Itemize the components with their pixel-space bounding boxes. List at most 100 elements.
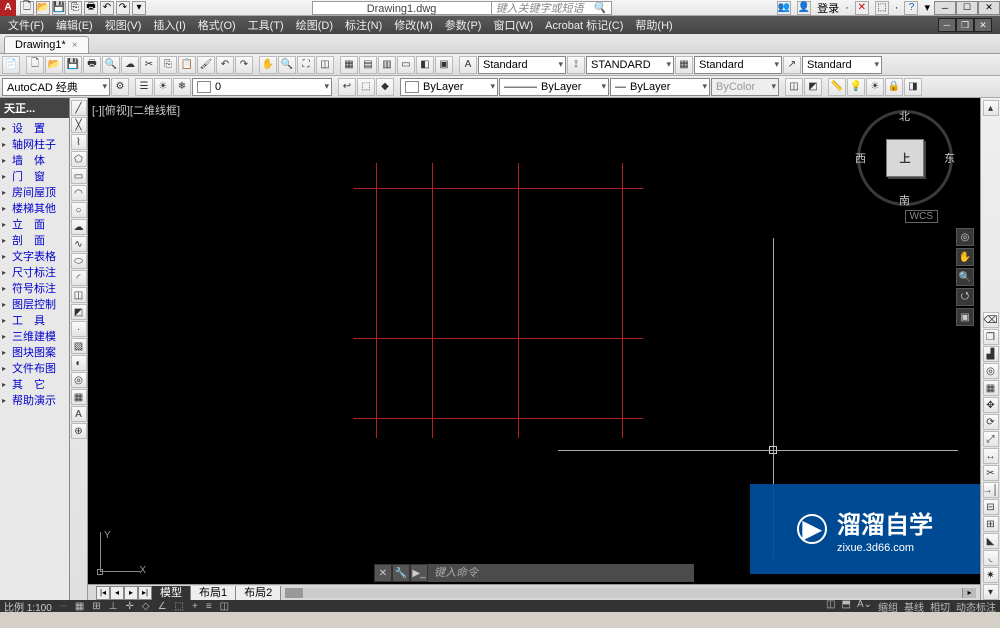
sb-ducs-icon[interactable]: ⬚ [175, 601, 184, 612]
circle-icon[interactable]: ○ [71, 202, 87, 218]
pline-icon[interactable]: ⌇ [71, 134, 87, 150]
help-icon[interactable]: ? [904, 1, 918, 15]
nav-pan-icon[interactable]: ✋ [956, 248, 974, 266]
cmd-prompt-icon[interactable]: ▶_ [410, 564, 428, 582]
hatch-icon[interactable]: ▨ [71, 338, 87, 354]
tab-first-icon[interactable]: |◂ [96, 586, 110, 600]
workspace-settings-icon[interactable]: ⚙ [111, 78, 129, 96]
help-dropdown-icon[interactable]: ▾ [924, 1, 930, 14]
file-tab-close-icon[interactable]: × [72, 40, 78, 51]
tree-item-elevation[interactable]: ▸立 面 [0, 216, 69, 232]
undo-icon[interactable]: ↶ [216, 56, 234, 74]
menu-format[interactable]: 格式(O) [198, 17, 236, 33]
sb-item-1[interactable]: 缩组 [878, 599, 898, 614]
explode-icon[interactable]: ✷ [983, 567, 999, 583]
workspace-dropdown[interactable]: AutoCAD 经典 [2, 78, 110, 96]
fillet-icon[interactable]: ◟ [983, 550, 999, 566]
new-icon[interactable]: 🗋 [26, 56, 44, 74]
tree-item-stairs[interactable]: ▸楼梯其他 [0, 200, 69, 216]
insert-block-icon[interactable]: ◫ [785, 78, 803, 96]
tree-item-door-window[interactable]: ▸门 窗 [0, 168, 69, 184]
revcloud-icon[interactable]: ☁ [71, 219, 87, 235]
qat-redo-icon[interactable]: ↷ [116, 1, 130, 15]
point-icon[interactable]: · [71, 321, 87, 337]
menu-help[interactable]: 帮助(H) [635, 17, 672, 33]
command-line[interactable]: ✕ 🔧 ▶_ 键入命令 [374, 564, 694, 582]
textstyle-dropdown[interactable]: Standard [478, 56, 566, 74]
tree-item-room-roof[interactable]: ▸房间屋顶 [0, 184, 69, 200]
tree-item-axis-grid[interactable]: ▸轴网柱子 [0, 136, 69, 152]
nav-showmotion-icon[interactable]: ▣ [956, 308, 974, 326]
xref-icon[interactable]: ◨ [904, 78, 922, 96]
rotate-icon[interactable]: ⟳ [983, 414, 999, 430]
share-icon[interactable]: ⬚ [875, 1, 889, 15]
sb-quickprops-icon[interactable]: ⬒ [841, 599, 850, 614]
print-icon[interactable]: 🖶 [83, 56, 101, 74]
calc-icon[interactable]: ▣ [435, 56, 453, 74]
file-tab-drawing1[interactable]: Drawing1* × [4, 36, 89, 53]
doc-restore-button[interactable]: ❐ [956, 18, 974, 32]
tab-layout2[interactable]: 布局2 [236, 586, 281, 600]
qat-open-icon[interactable]: 📂 [36, 1, 50, 15]
dimstyle-dropdown[interactable]: STANDARD [586, 56, 674, 74]
viewport-label[interactable]: [-][俯视][二维线框] [92, 102, 180, 118]
join-icon[interactable]: ⊞ [983, 516, 999, 532]
color-dropdown[interactable]: ByLayer [400, 78, 498, 96]
line-icon[interactable]: ╱ [71, 100, 87, 116]
rect-icon[interactable]: ▭ [71, 168, 87, 184]
paste-icon[interactable]: 📋 [178, 56, 196, 74]
menu-tools[interactable]: 工具(T) [248, 17, 284, 33]
create-block-icon[interactable]: ◩ [804, 78, 822, 96]
copy-icon[interactable]: ⎘ [159, 56, 177, 74]
tab-next-icon[interactable]: ▸ [124, 586, 138, 600]
sb-polar-icon[interactable]: ✛ [125, 601, 133, 612]
ellipse-icon[interactable]: ⬭ [71, 253, 87, 269]
title-search-input[interactable]: 键入关键字或短语 🔍 [492, 1, 612, 15]
cut-icon[interactable]: ✂ [140, 56, 158, 74]
tree-item-file-layout[interactable]: ▸文件布图 [0, 360, 69, 376]
layer-match-icon[interactable]: ⬚ [357, 78, 375, 96]
tree-item-section[interactable]: ▸剖 面 [0, 232, 69, 248]
tree-item-3d[interactable]: ▸三维建模 [0, 328, 69, 344]
menu-draw[interactable]: 绘图(D) [296, 17, 333, 33]
sb-tpy-icon[interactable]: ◫ [220, 601, 229, 612]
command-input[interactable]: 键入命令 [428, 564, 694, 582]
insert-icon[interactable]: ◫ [71, 287, 87, 303]
light-icon[interactable]: 💡 [847, 78, 865, 96]
copy-obj-icon[interactable]: ❐ [983, 329, 999, 345]
offset-icon[interactable]: ◎ [983, 363, 999, 379]
ellipse-arc-icon[interactable]: ◜ [71, 270, 87, 286]
layer-iso-icon[interactable]: ◆ [376, 78, 394, 96]
tree-item-misc[interactable]: ▸其 它 [0, 376, 69, 392]
markup-icon[interactable]: ◧ [416, 56, 434, 74]
tablestyle-dropdown[interactable]: Standard [694, 56, 782, 74]
tree-item-text-table[interactable]: ▸文字表格 [0, 248, 69, 264]
sb-annoscale-icon[interactable]: A⌄ [857, 599, 872, 614]
sb-lwt-icon[interactable]: ≡ [206, 601, 212, 612]
measure-icon[interactable]: 📏 [828, 78, 846, 96]
sb-osnap-icon[interactable]: ◇ [142, 601, 150, 612]
layer-prev-icon[interactable]: ↩ [338, 78, 356, 96]
props-icon[interactable]: ▦ [340, 56, 358, 74]
redo-icon[interactable]: ↷ [235, 56, 253, 74]
menu-file[interactable]: 文件(F) [8, 17, 44, 33]
menu-acrobat[interactable]: Acrobat 标记(C) [545, 17, 623, 33]
sb-item-2[interactable]: 基线 [904, 599, 924, 614]
layer-manager-icon[interactable]: ☰ [135, 78, 153, 96]
mleaderstyle-icon[interactable]: ↗ [783, 56, 801, 74]
region-icon[interactable]: ◎ [71, 372, 87, 388]
nav-wheel-icon[interactable]: ◎ [956, 228, 974, 246]
makeblock-icon[interactable]: ◩ [71, 304, 87, 320]
layer-dropdown[interactable]: 0 [192, 78, 332, 96]
cmd-close-icon[interactable]: ✕ [374, 564, 392, 582]
plotstyle-dropdown[interactable]: ByColor [711, 78, 779, 96]
cline-icon[interactable]: ╳ [71, 117, 87, 133]
lock-icon[interactable]: 🔒 [885, 78, 903, 96]
mirror-icon[interactable]: ▟ [983, 346, 999, 362]
tab-layout1[interactable]: 布局1 [191, 586, 236, 600]
sb-item-3[interactable]: 相切 [930, 599, 950, 614]
mtext-icon[interactable]: A [71, 406, 87, 422]
addselect-icon[interactable]: ⊕ [71, 423, 87, 439]
layer-freeze-icon[interactable]: ❄ [173, 78, 191, 96]
erase-icon[interactable]: ⌫ [983, 312, 999, 328]
